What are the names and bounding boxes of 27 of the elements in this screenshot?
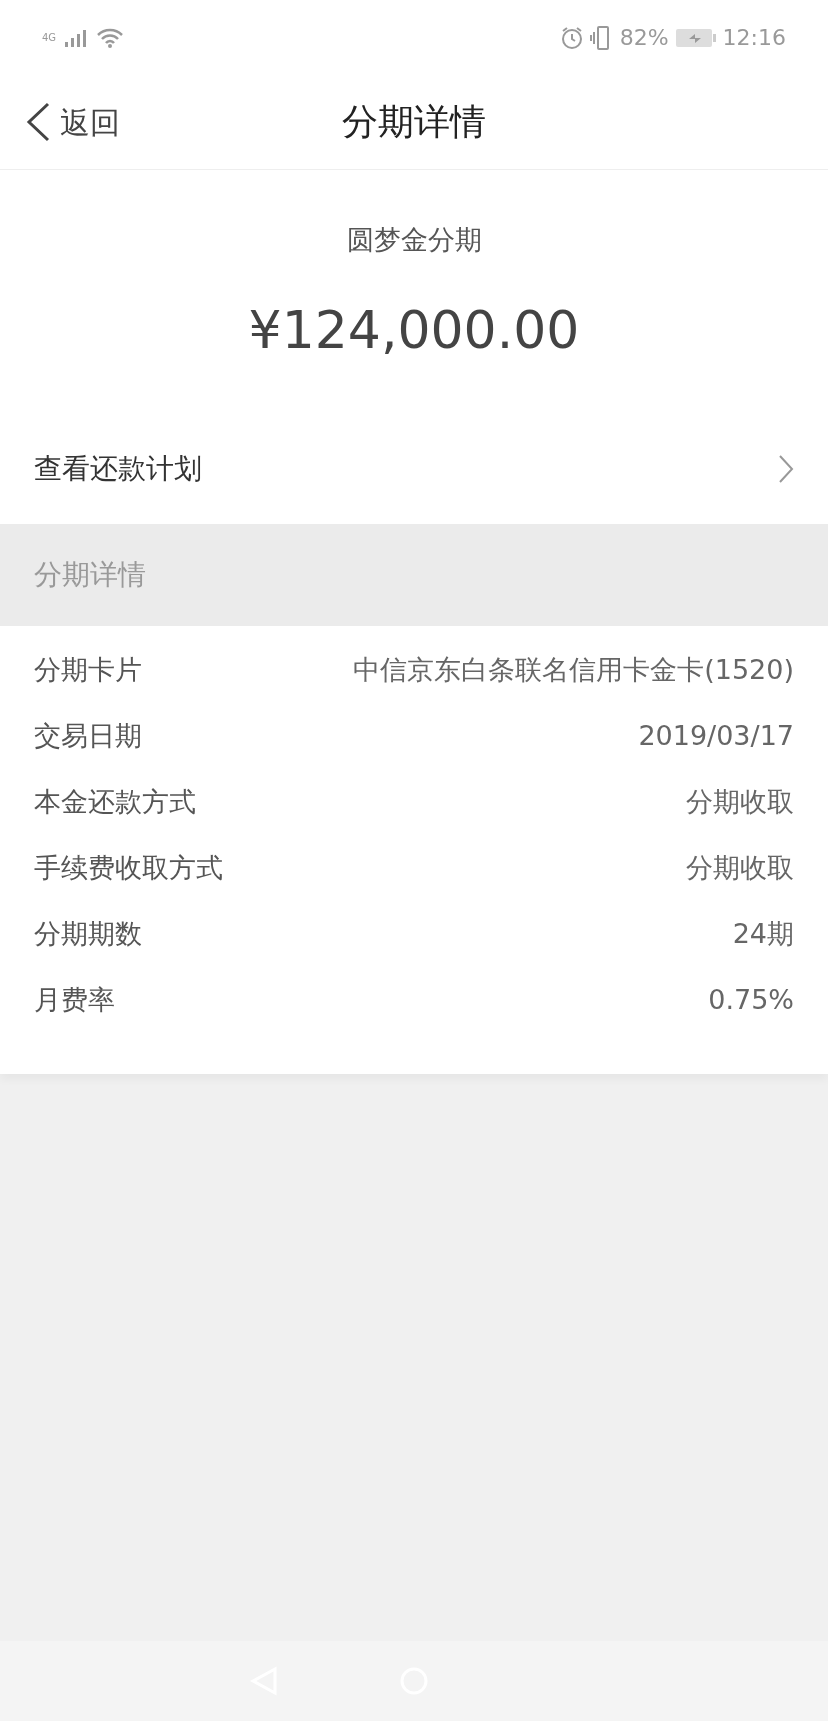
detail-value: 24期 [732,917,794,952]
detail-value: 分期收取 [686,851,794,886]
back-button[interactable]: 返回 [0,99,120,145]
signal-icon [64,27,89,48]
battery-percent: 82% [619,24,669,52]
alarm-icon [559,25,584,50]
wifi-icon [96,26,125,49]
product-name: 圆梦金分期 [346,223,482,257]
detail-value: 中信京东白条联名信用卡金卡(1520) [353,653,794,688]
detail-value: 2019/03/17 [638,719,794,754]
detail-value: 分期收取 [686,785,794,820]
back-icon [26,102,50,142]
clock-time: 12:16 [722,24,786,52]
detail-label: 交易日期 [34,719,142,754]
section-title: 分期详情 [34,556,146,593]
detail-label: 分期卡片 [34,653,142,688]
detail-label: 本金还款方式 [34,785,196,820]
detail-label: 月费率 [34,983,115,1018]
detail-label: 手续费收取方式 [34,851,223,886]
chevron-right-icon [778,453,794,484]
network-label: 4G [42,31,57,45]
battery-icon [674,26,717,49]
detail-label: 分期期数 [34,917,142,952]
repayment-plan-link[interactable]: 查看还款计划 [0,413,828,524]
amount-value: ¥124,000.00 [248,298,580,362]
page-title: 分期详情 [342,100,486,144]
detail-value: 0.75% [708,983,794,1018]
